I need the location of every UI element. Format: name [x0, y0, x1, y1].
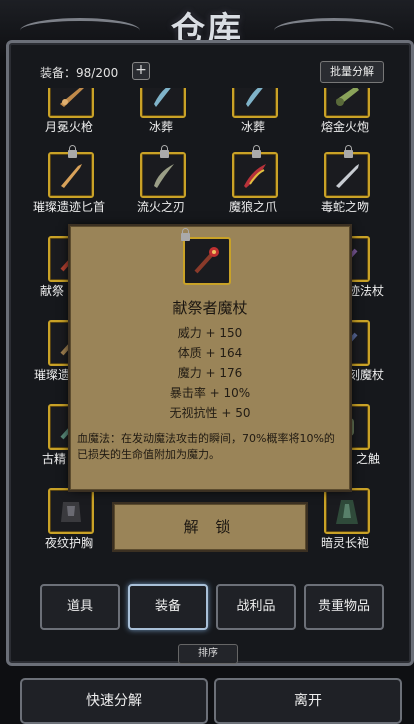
stat-line: 无视抗性 + 50 — [169, 406, 251, 420]
stat-line: 暴击率 + 10% — [169, 386, 251, 400]
stat-line: 魔力 + 176 — [177, 366, 243, 380]
tab-valuables[interactable]: 贵重物品 — [304, 584, 384, 630]
tab-items[interactable]: 道具 — [40, 584, 120, 630]
stat-line: 威力 + 150 — [177, 326, 243, 340]
item-stats-list: 威力 + 150 体质 + 164 魔力 + 176 暴击率 + 10% 无视抗… — [71, 323, 349, 423]
armor-icon — [48, 488, 94, 534]
item-name: 冰葬 — [240, 120, 265, 134]
item-slot[interactable]: 冰葬 — [210, 88, 296, 136]
item-slot[interactable]: 夜纹护胸 — [26, 488, 112, 552]
sort-button[interactable]: 排序 — [178, 644, 238, 664]
item-slot[interactable]: 暗灵长袍 — [302, 488, 388, 552]
item-slot[interactable]: 月冕火枪 — [26, 88, 112, 136]
item-detail-popup: 献祭者魔杖 威力 + 150 体质 + 164 魔力 + 176 暴击率 + 1… — [70, 226, 350, 490]
item-detail-name: 献祭者魔杖 — [172, 299, 248, 317]
unlock-button[interactable]: 解 锁 — [114, 504, 306, 550]
lock-icon — [252, 145, 261, 158]
item-name: 魔狼之爪 — [228, 200, 277, 214]
tab-equipment[interactable]: 装备 — [128, 584, 208, 630]
leave-button[interactable]: 离开 — [214, 678, 402, 724]
category-tabs: 道具 装备 战利品 贵重物品 — [40, 584, 384, 630]
equip-capacity-label: 装备：98/200 — [40, 66, 119, 80]
ice-blade-icon — [232, 88, 278, 118]
inventory-toolbar: 装备：98/200 + 批量分解 — [30, 60, 384, 84]
quick-decompose-button[interactable]: 快速分解 — [20, 678, 208, 724]
batch-decompose-button[interactable]: 批量分解 — [320, 61, 384, 83]
item-name: 熔金火炮 — [320, 120, 369, 134]
item-name: 冰葬 — [148, 120, 173, 134]
blade-icon — [140, 145, 186, 198]
dagger-icon — [48, 145, 94, 198]
claw-icon — [232, 145, 278, 198]
stat-line: 体质 + 164 — [177, 346, 243, 360]
lock-icon — [68, 145, 77, 158]
item-name: 月冕火枪 — [44, 120, 93, 134]
item-name: 夜纹护胸 — [44, 536, 93, 550]
dagger-icon — [324, 145, 370, 198]
lock-icon — [160, 145, 169, 158]
lock-icon — [181, 228, 190, 241]
item-name: 毒蛇之吻 — [320, 200, 369, 214]
item-slot[interactable]: 毒蛇之吻 — [302, 145, 388, 216]
item-slot[interactable]: 魔狼之爪 — [210, 145, 296, 216]
robe-icon — [324, 488, 370, 534]
tab-loot[interactable]: 战利品 — [216, 584, 296, 630]
item-slot[interactable]: 璀璨遗迹匕首 — [26, 145, 112, 216]
item-name: 暗灵长袍 — [320, 536, 369, 550]
staff-icon — [181, 228, 231, 285]
item-slot[interactable]: 熔金火炮 — [302, 88, 388, 136]
cannon-icon — [324, 88, 370, 118]
lock-icon — [344, 145, 353, 158]
item-slot[interactable]: 流火之刃 — [118, 145, 204, 216]
item-description: 血魔法：在发动魔法攻击的瞬间，70%概率将10%的已损失的生命值附加为魔力。 — [77, 432, 335, 461]
item-name: 璀璨遗迹匕首 — [32, 200, 105, 214]
expand-capacity-button[interactable]: + — [132, 62, 150, 80]
item-slot[interactable]: 冰葬 — [118, 88, 204, 136]
ice-blade-icon — [140, 88, 186, 118]
rifle-icon — [48, 88, 94, 118]
item-name: 流火之刃 — [136, 200, 185, 214]
